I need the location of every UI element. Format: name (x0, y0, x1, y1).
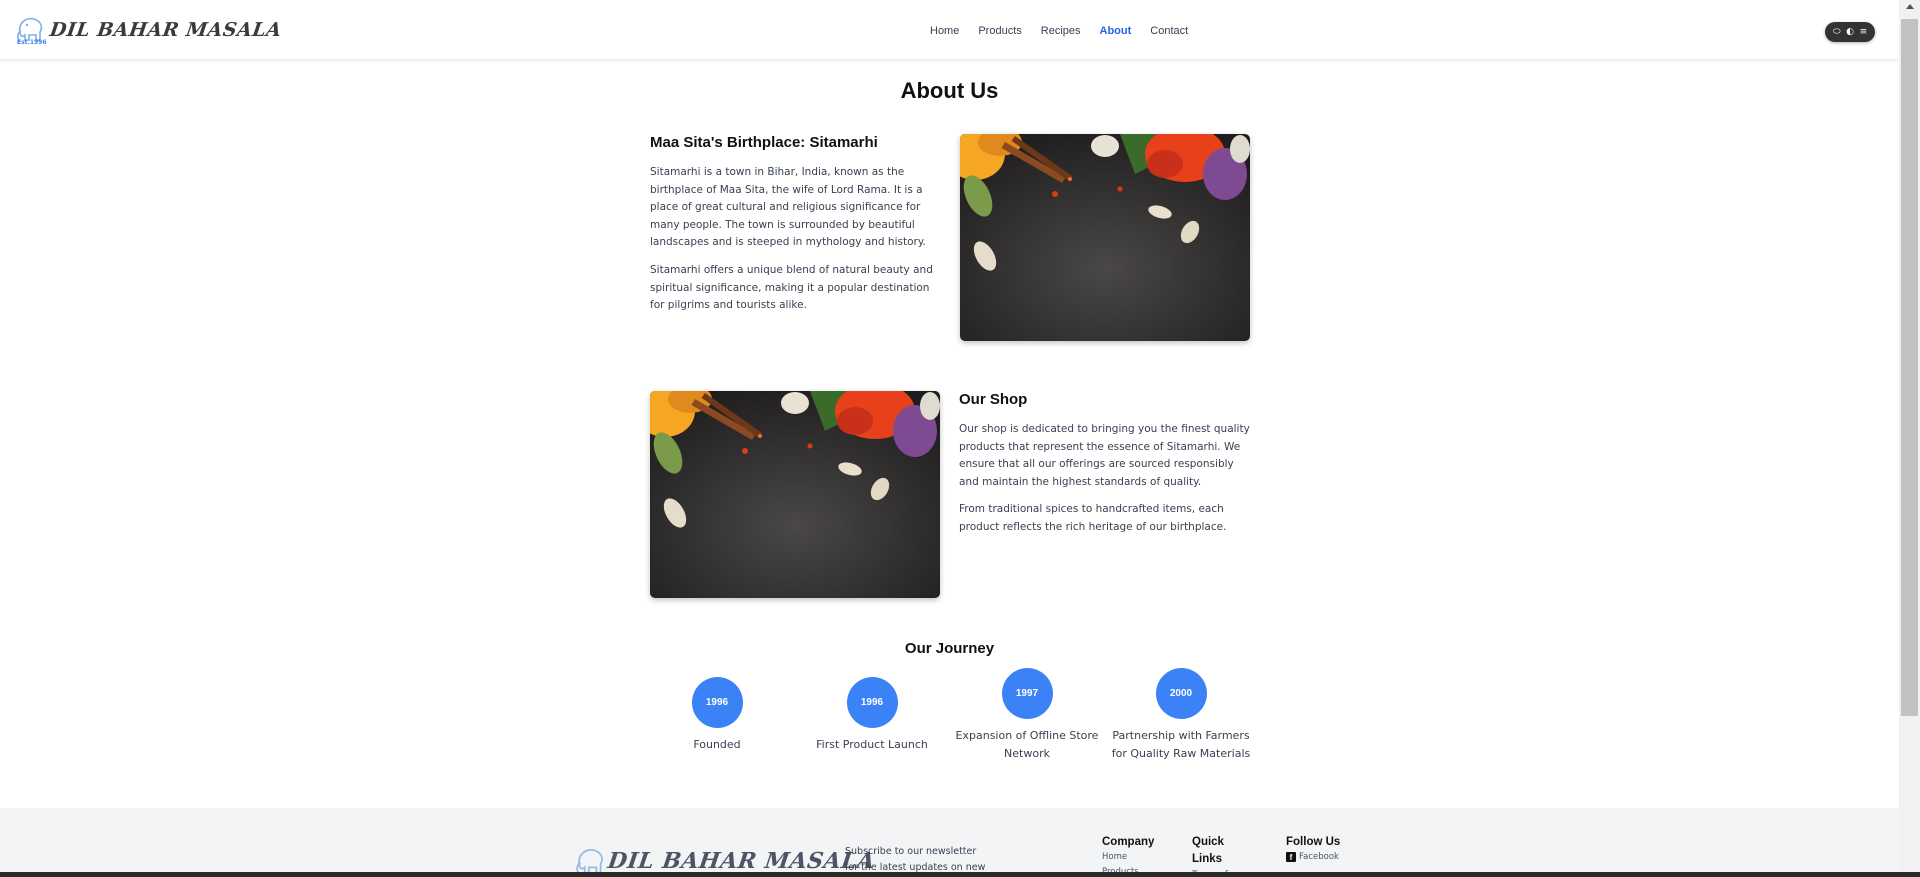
shop-heading: Our Shop (959, 391, 1028, 408)
milestone-first-product: 1996 First Product Launch (797, 677, 947, 754)
floating-toolbar: ⬭ ◐ ≡ (1825, 22, 1875, 42)
milestone-year-badge: 1996 (691, 677, 743, 728)
site-footer: DIL BAHAR MASALA Subscribe to our newsle… (0, 808, 1899, 877)
toggle-icon[interactable]: ◐ (1846, 27, 1854, 37)
milestone-year-badge: 2000 (1155, 668, 1207, 719)
milestone-founded: 1996 Founded (642, 677, 792, 754)
footer-brand-name: DIL BAHAR MASALA (606, 848, 877, 874)
shop-paragraph-2: From traditional spices to handcrafted i… (959, 503, 1227, 533)
nav-products[interactable]: Products (978, 25, 1021, 37)
milestone-label: Founded (693, 738, 741, 751)
footer-follow-heading: Follow Us (1286, 836, 1341, 848)
nav-recipes[interactable]: Recipes (1041, 25, 1081, 37)
milestone-year-badge: 1997 (1001, 668, 1053, 719)
site-header: Est.1996 DIL BAHAR MASALA Home Products … (0, 0, 1899, 59)
scroll-thumb[interactable] (1901, 19, 1918, 716)
elephant-logo-icon: Est.1996 (14, 13, 47, 47)
footer-quicklinks-heading: Quick Links (1192, 836, 1224, 865)
milestone-label: Expansion of Offline Store Network (955, 729, 1099, 760)
journey-title: Our Journey (904, 640, 995, 657)
footer-link-home[interactable]: Home (1102, 850, 1127, 864)
footer-company-heading: Company (1102, 836, 1155, 848)
nav-home[interactable]: Home (930, 25, 959, 37)
established-label: Est.1996 (17, 39, 47, 46)
birthplace-heading: Maa Sita's Birthplace: Sitamarhi (650, 134, 878, 151)
milestone-store-expansion: 1997 Expansion of Offline Store Network (952, 668, 1102, 763)
main-nav: Home Products Recipes About Contact (930, 25, 1207, 37)
scroll-up-arrow-icon[interactable] (1906, 4, 1914, 9)
shop-paragraph-1: Our shop is dedicated to bringing you th… (959, 423, 1250, 488)
page-title: About Us (900, 78, 999, 103)
milestone-farmer-partnership: 2000 Partnership with Farmers for Qualit… (1106, 668, 1256, 763)
footer-link-facebook[interactable]: f Facebook (1286, 850, 1339, 864)
milestone-year-badge: 1996 (846, 677, 898, 728)
facebook-label: Facebook (1299, 852, 1339, 862)
nav-contact[interactable]: Contact (1150, 25, 1188, 37)
chat-icon[interactable]: ⬭ (1833, 27, 1841, 37)
shop-spices-image (650, 391, 940, 598)
birthplace-paragraph-1: Sitamarhi is a town in Bihar, India, kno… (650, 166, 926, 249)
birthplace-spices-image (960, 134, 1250, 341)
brand-name: DIL BAHAR MASALA (48, 19, 284, 41)
facebook-icon: f (1286, 852, 1296, 862)
page-scrollbar[interactable] (1899, 0, 1920, 877)
window-bottom-edge (0, 872, 1920, 877)
birthplace-paragraph-2: Sitamarhi offers a unique blend of natur… (650, 264, 933, 312)
milestone-label: Partnership with Farmers for Quality Raw… (1111, 729, 1251, 760)
menu-icon[interactable]: ≡ (1860, 27, 1868, 37)
milestone-label: First Product Launch (816, 738, 928, 751)
brand-logo[interactable]: Est.1996 DIL BAHAR MASALA (14, 13, 284, 47)
nav-about[interactable]: About (1100, 25, 1132, 37)
